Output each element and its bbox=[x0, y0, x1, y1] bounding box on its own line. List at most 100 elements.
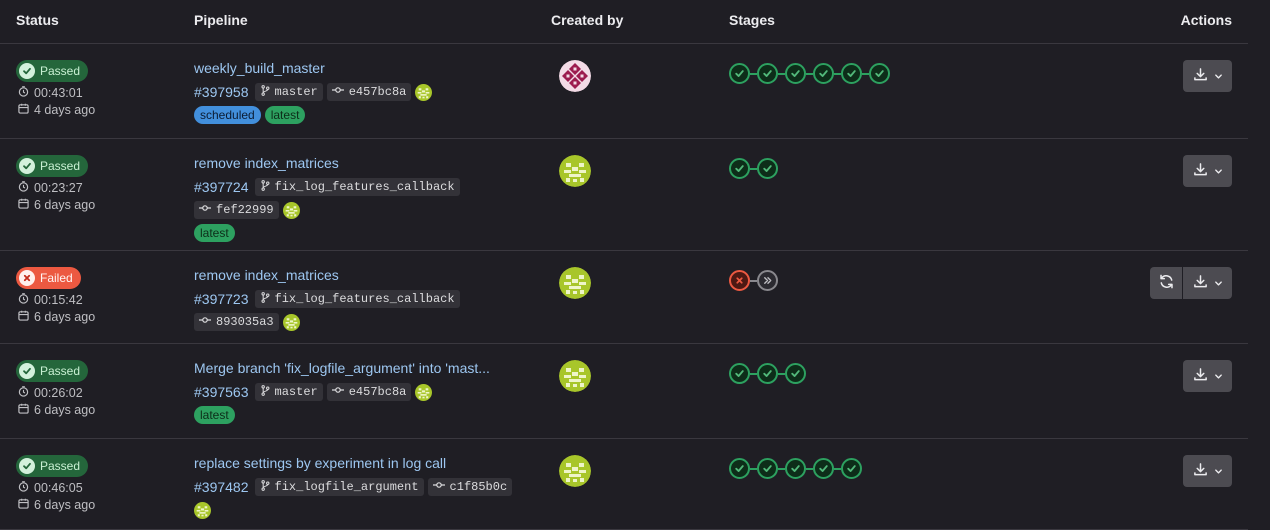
duration: 00:15:42 bbox=[34, 292, 83, 307]
commit-chip[interactable]: c1f85b0c bbox=[427, 478, 513, 496]
download-icon bbox=[1193, 462, 1208, 480]
stage-connector bbox=[834, 467, 841, 470]
status-passed-icon bbox=[19, 363, 35, 379]
finished-time: 6 days ago bbox=[34, 402, 96, 417]
row-actions bbox=[1150, 267, 1232, 299]
commit-author-avatar[interactable] bbox=[282, 313, 300, 331]
row-actions bbox=[1183, 60, 1232, 92]
stage-passed-icon[interactable] bbox=[813, 63, 834, 84]
status-passed-icon bbox=[19, 158, 35, 174]
chevron-down-icon bbox=[1214, 163, 1223, 179]
branch-chip[interactable]: master bbox=[254, 383, 323, 401]
commit-chip[interactable]: e457bc8a bbox=[326, 83, 412, 101]
stage-connector bbox=[778, 372, 785, 375]
pipeline-name[interactable]: Merge branch 'fix_logfile_argument' into… bbox=[194, 360, 516, 380]
status-badge[interactable]: Passed bbox=[16, 360, 89, 382]
commit-author-avatar[interactable] bbox=[415, 83, 433, 101]
commit-chip[interactable]: e457bc8a bbox=[326, 383, 412, 401]
stage-skipped-icon[interactable] bbox=[757, 270, 778, 291]
stage-passed-icon[interactable] bbox=[729, 458, 750, 479]
branch-name: fix_log_features_callback bbox=[274, 292, 455, 306]
stage-failed-icon[interactable] bbox=[729, 270, 750, 291]
commit-chip[interactable]: 893035a3 bbox=[194, 313, 279, 331]
chevron-down-icon bbox=[1214, 463, 1223, 479]
avatar[interactable] bbox=[559, 360, 591, 392]
commit-icon bbox=[199, 315, 211, 329]
tag-latest[interactable]: latest bbox=[264, 106, 306, 124]
calendar-icon bbox=[18, 403, 29, 417]
tag-latest[interactable]: latest bbox=[194, 406, 235, 424]
commit-author-avatar[interactable] bbox=[415, 383, 433, 401]
status-badge[interactable]: Passed bbox=[16, 155, 89, 177]
pipeline-name[interactable]: remove index_matrices bbox=[194, 155, 516, 175]
pipeline-stages bbox=[729, 158, 778, 179]
pipeline-id[interactable]: #397958 bbox=[194, 84, 249, 100]
chevron-down-icon bbox=[1214, 68, 1223, 84]
status-label: Passed bbox=[40, 64, 81, 78]
commit-author-avatar[interactable] bbox=[282, 201, 300, 219]
table-row: Passed 00:43:01 4 days ago weekly_build_mas… bbox=[0, 44, 1248, 139]
pipeline-id[interactable]: #397482 bbox=[194, 479, 249, 495]
stage-passed-icon[interactable] bbox=[729, 363, 750, 384]
stage-passed-icon[interactable] bbox=[757, 158, 778, 179]
commit-chip[interactable]: fef22999 bbox=[194, 201, 279, 219]
tag-scheduled[interactable]: scheduled bbox=[194, 106, 261, 124]
commit-author-avatar[interactable] bbox=[194, 501, 211, 519]
stage-passed-icon[interactable] bbox=[757, 63, 778, 84]
stage-connector bbox=[806, 72, 813, 75]
avatar[interactable] bbox=[559, 155, 591, 187]
stage-passed-icon[interactable] bbox=[729, 63, 750, 84]
download-artifacts-button[interactable] bbox=[1183, 155, 1232, 187]
stage-passed-icon[interactable] bbox=[757, 363, 778, 384]
column-actions: Actions bbox=[1180, 12, 1232, 28]
stage-passed-icon[interactable] bbox=[757, 458, 778, 479]
stage-passed-icon[interactable] bbox=[841, 458, 862, 479]
commit-icon bbox=[432, 480, 445, 494]
download-artifacts-button[interactable] bbox=[1183, 267, 1232, 299]
commit-sha: e457bc8a bbox=[348, 385, 407, 399]
pipeline-name[interactable]: weekly_build_master bbox=[194, 60, 516, 80]
download-artifacts-button[interactable] bbox=[1183, 360, 1232, 392]
stage-passed-icon[interactable] bbox=[841, 63, 862, 84]
finished-time: 6 days ago bbox=[34, 197, 96, 212]
stage-passed-icon[interactable] bbox=[869, 63, 890, 84]
pipeline-id[interactable]: #397563 bbox=[194, 384, 249, 400]
branch-chip[interactable]: fix_log_features_callback bbox=[254, 290, 460, 308]
download-artifacts-button[interactable] bbox=[1183, 60, 1232, 92]
stage-passed-icon[interactable] bbox=[729, 158, 750, 179]
calendar-icon bbox=[18, 498, 29, 512]
stage-connector bbox=[750, 467, 757, 470]
pipelines-table: Status Pipeline Created by Stages Action… bbox=[0, 0, 1248, 530]
pipeline-stages bbox=[729, 363, 806, 384]
duration: 00:43:01 bbox=[34, 85, 83, 100]
column-status: Status bbox=[16, 12, 59, 28]
avatar[interactable] bbox=[559, 60, 591, 92]
finished-time: 6 days ago bbox=[34, 309, 96, 324]
stage-passed-icon[interactable] bbox=[813, 458, 834, 479]
avatar[interactable] bbox=[559, 267, 591, 299]
stage-passed-icon[interactable] bbox=[785, 63, 806, 84]
status-failed-icon bbox=[19, 270, 35, 286]
status-passed-icon bbox=[19, 458, 35, 474]
branch-chip[interactable]: master bbox=[254, 83, 323, 101]
pipeline-name[interactable]: remove index_matrices bbox=[194, 267, 516, 287]
stage-passed-icon[interactable] bbox=[785, 458, 806, 479]
status-badge[interactable]: Failed bbox=[16, 267, 81, 289]
pipeline-id[interactable]: #397724 bbox=[194, 179, 249, 195]
pipeline-name[interactable]: replace settings by experiment in log ca… bbox=[194, 455, 516, 475]
avatar[interactable] bbox=[559, 455, 591, 487]
branch-chip[interactable]: fix_logfile_argument bbox=[254, 478, 424, 496]
branch-chip[interactable]: fix_log_features_callback bbox=[254, 178, 460, 196]
commit-sha: 893035a3 bbox=[216, 315, 274, 329]
tag-latest[interactable]: latest bbox=[194, 224, 235, 242]
branch-name: master bbox=[274, 85, 318, 99]
stage-connector bbox=[750, 372, 757, 375]
retry-button[interactable] bbox=[1150, 267, 1182, 299]
pipeline-id[interactable]: #397723 bbox=[194, 291, 249, 307]
status-badge[interactable]: Passed bbox=[16, 455, 89, 477]
stage-connector bbox=[834, 72, 841, 75]
row-actions bbox=[1183, 360, 1232, 392]
stage-passed-icon[interactable] bbox=[785, 363, 806, 384]
status-badge[interactable]: Passed bbox=[16, 60, 89, 82]
download-artifacts-button[interactable] bbox=[1183, 455, 1232, 487]
